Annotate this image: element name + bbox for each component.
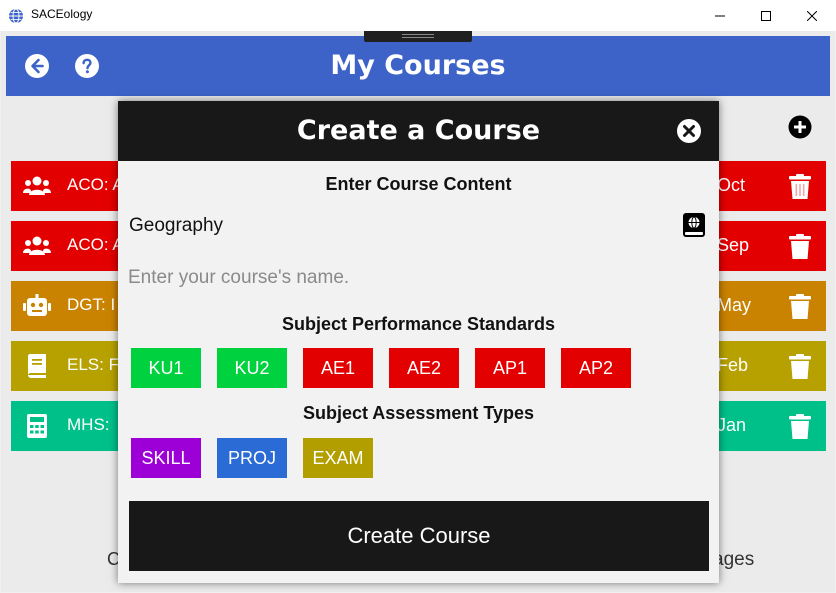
trash-icon[interactable] [789,174,811,200]
course-code: MHS: [67,415,110,434]
app-header: My Courses [6,36,830,96]
maximize-button[interactable] [743,0,789,31]
page-title: My Courses [330,50,506,81]
standard-chip-ae2[interactable]: AE2 [389,348,459,388]
course-name-input[interactable] [128,263,708,293]
assessment-chip-proj[interactable]: PROJ [217,438,287,478]
trash-icon[interactable] [789,234,811,260]
subject-book-icon[interactable] [683,213,705,237]
content-heading: Enter Course Content [325,174,512,194]
assessment-chip-exam[interactable]: EXAM [303,438,373,478]
close-dialog-icon[interactable] [677,119,701,143]
course-date: Feb [717,355,749,375]
course-code: ELS: F [67,355,119,374]
dialog-header: Create a Course [118,101,719,161]
calculator-icon [27,414,47,438]
course-date: Jan [717,415,747,435]
subject-value[interactable]: Geography [129,215,223,237]
course-date: Sep [717,235,750,255]
close-window-button[interactable] [789,0,835,31]
standard-chip-ku1[interactable]: KU1 [131,348,201,388]
window-titlebar: SACEology [0,0,836,31]
course-code: DGT: I [67,295,116,314]
footer-right-text[interactable]: ages [713,549,754,571]
trash-icon[interactable] [789,354,811,380]
drag-handle[interactable] [364,31,472,42]
robot-icon [23,294,51,316]
book-icon [28,354,46,378]
trash-icon[interactable] [789,294,811,320]
standard-chip-ap2[interactable]: AP2 [561,348,631,388]
standard-chip-ap1[interactable]: AP1 [475,348,545,388]
dialog-title: Create a Course [296,115,541,146]
course-code: ACO: A [67,235,124,254]
trash-icon[interactable] [789,414,811,440]
minimize-button[interactable] [697,0,743,31]
create-course-dialog: Create a Course Enter Course Content Geo… [118,101,719,583]
globe-icon [9,8,23,24]
create-course-button[interactable]: Create Course [129,501,709,571]
add-course-icon[interactable] [788,115,812,139]
assessment-heading: Subject Assessment Types [302,403,535,423]
maximize-icon [761,10,771,21]
assessment-chip-skill[interactable]: SKILL [131,438,201,478]
window-title: SACEology [31,7,93,21]
minimize-icon [715,15,725,16]
course-code: ACO: A [67,175,124,194]
course-date: Oct [717,175,746,195]
close-icon [807,10,817,21]
standard-chip-ku2[interactable]: KU2 [217,348,287,388]
users-icon [23,176,51,195]
standards-heading: Subject Performance Standards [281,314,556,334]
app-content: My Courses ACO: A Oct ACO: A Sep DGT: I … [1,31,835,592]
standard-chip-ae1[interactable]: AE1 [303,348,373,388]
course-date: May [717,295,752,315]
users-icon [23,236,51,255]
